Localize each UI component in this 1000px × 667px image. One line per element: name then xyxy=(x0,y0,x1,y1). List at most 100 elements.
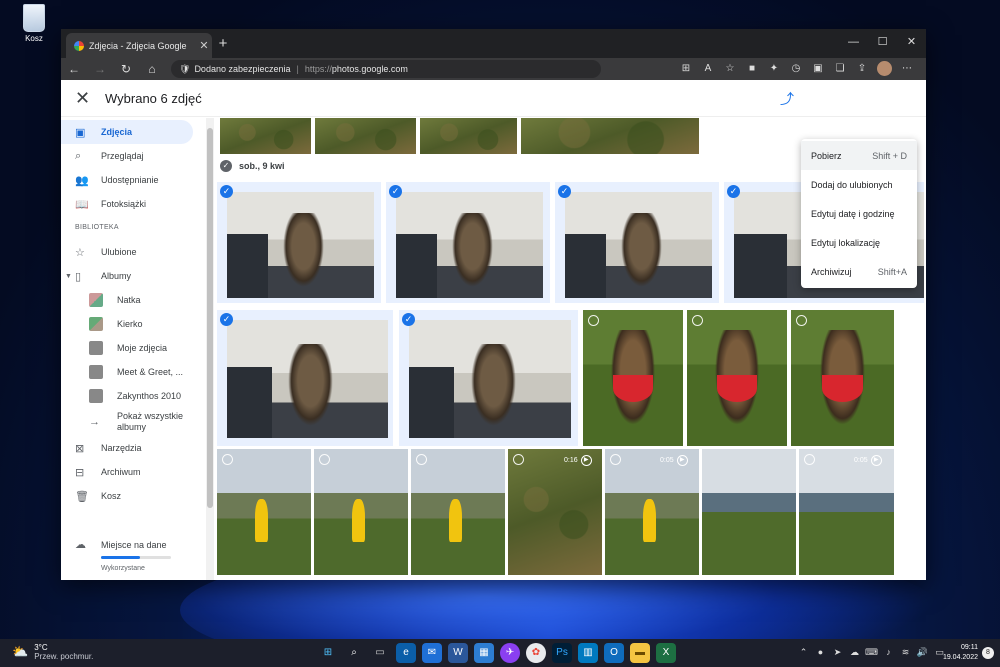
chrome-tray-icon[interactable]: ● xyxy=(812,647,829,658)
album-item-meet-greet[interactable]: Meet & Greet, ... xyxy=(61,360,206,384)
settings-more-icon[interactable]: ⋯ xyxy=(896,60,918,78)
search-icon[interactable]: ⌕ xyxy=(344,643,364,663)
messenger-icon[interactable]: ✈ xyxy=(500,643,520,663)
photo-thumbnail[interactable] xyxy=(583,310,683,446)
telegram-icon[interactable]: ➤ xyxy=(829,647,846,658)
photo-thumbnail-selected[interactable] xyxy=(565,192,712,298)
home-button[interactable]: ⌂ xyxy=(139,62,165,76)
new-tab-button[interactable]: + xyxy=(214,35,232,52)
menu-item-edit-location[interactable]: Edytuj lokalizację xyxy=(801,228,917,257)
select-circle-icon[interactable] xyxy=(796,315,807,326)
excel-icon[interactable]: X xyxy=(656,643,676,663)
storage-section[interactable]: ☁ Miejsce na dane Wykorzystane xyxy=(75,538,171,572)
menu-item-download[interactable]: Pobierz Shift + D xyxy=(801,141,917,170)
photo-thumbnail[interactable] xyxy=(220,118,311,154)
photo-thumbnail-selected[interactable] xyxy=(396,192,543,298)
date-group-header[interactable]: ✓ sob., 9 kwi xyxy=(220,160,285,172)
share-page-icon[interactable]: ⇪ xyxy=(851,60,873,78)
photo-thumbnail[interactable] xyxy=(702,449,796,575)
selected-check-icon[interactable]: ✓ xyxy=(558,185,571,198)
explorer-icon[interactable]: ▬ xyxy=(630,643,650,663)
start-icon[interactable]: ⊞ xyxy=(318,643,338,663)
sidebar-item-photobooks[interactable]: 📖 Fotoksiążki xyxy=(61,192,206,216)
close-selection-icon[interactable]: ✕ xyxy=(75,88,105,109)
album-item-zakynthos[interactable]: Zakynthos 2010 xyxy=(61,384,206,408)
select-circle-icon[interactable] xyxy=(588,315,599,326)
extensions-icon[interactable]: ✦ xyxy=(763,60,785,78)
photos-icon[interactable]: ✿ xyxy=(526,643,546,663)
minimize-button[interactable]: — xyxy=(839,29,868,58)
video-thumbnail[interactable] xyxy=(508,449,602,575)
tab-close-icon[interactable]: ✕ xyxy=(196,39,212,52)
notification-badge[interactable]: 8 xyxy=(982,647,994,659)
wifi-icon[interactable]: ≋ xyxy=(897,647,914,658)
photo-thumbnail-selected[interactable] xyxy=(409,320,571,438)
clock[interactable]: 09:11 19.04.2022 xyxy=(943,643,978,663)
menu-item-archive[interactable]: Archiwizuj Shift+A xyxy=(801,257,917,286)
photo-thumbnail[interactable] xyxy=(315,118,416,154)
photo-thumbnail[interactable] xyxy=(521,118,699,154)
photo-thumbnail[interactable] xyxy=(791,310,894,446)
browser-tab[interactable]: Zdjęcia - Zdjęcia Google ✕ xyxy=(66,33,212,58)
history-icon[interactable]: ◷ xyxy=(785,60,807,78)
refresh-button[interactable]: ↻ xyxy=(113,62,139,76)
collections-icon[interactable]: ❏ xyxy=(829,60,851,78)
sidebar-item-tools[interactable]: ⊠ Narzędzia xyxy=(61,436,206,460)
screenshot-icon[interactable]: ▣ xyxy=(807,60,829,78)
selected-check-icon[interactable]: ✓ xyxy=(402,313,415,326)
audio-icon[interactable]: ♪ xyxy=(880,647,897,658)
chevron-down-icon[interactable]: ▼ xyxy=(65,273,72,280)
read-aloud-icon[interactable]: A xyxy=(697,60,719,78)
menu-item-edit-date[interactable]: Edytuj datę i godzinę xyxy=(801,199,917,228)
edge-icon[interactable]: e xyxy=(396,643,416,663)
forward-button[interactable]: → xyxy=(87,62,113,76)
select-circle-icon[interactable] xyxy=(610,454,621,465)
chevron-up-icon[interactable]: ⌃ xyxy=(795,647,812,658)
selected-check-icon[interactable]: ✓ xyxy=(389,185,402,198)
speaker-icon[interactable]: 🔊 xyxy=(914,647,931,658)
photo-thumbnail[interactable] xyxy=(217,449,311,575)
video-thumbnail[interactable] xyxy=(605,449,699,575)
group-check-icon[interactable]: ✓ xyxy=(220,160,232,172)
photo-thumbnail[interactable] xyxy=(411,449,505,575)
split-view-icon[interactable]: ⊞ xyxy=(675,60,697,78)
menu-item-add-favorite[interactable]: Dodaj do ulubionych xyxy=(801,170,917,199)
photo-thumbnail[interactable] xyxy=(420,118,517,154)
video-thumbnail[interactable] xyxy=(799,449,894,575)
sidebar-scrollbar[interactable] xyxy=(206,118,214,580)
outlook-icon[interactable]: O xyxy=(604,643,624,663)
photo-thumbnail[interactable] xyxy=(314,449,408,575)
url-field[interactable]: 🛡 Dodano zabezpieczenia | https:// photo… xyxy=(171,60,601,78)
photoshop-icon[interactable]: Ps xyxy=(552,643,572,663)
store-icon[interactable]: ▦ xyxy=(474,643,494,663)
sidebar-item-photos[interactable]: ▣ Zdjęcia xyxy=(61,120,193,144)
maximize-button[interactable]: ☐ xyxy=(868,29,897,58)
sidebar-item-trash[interactable]: 🗑 Kosz xyxy=(61,484,206,508)
profile-avatar[interactable] xyxy=(877,61,892,76)
show-all-albums[interactable]: → Pokaż wszystkie albumy xyxy=(61,408,206,436)
back-button[interactable]: ← xyxy=(61,62,87,76)
sidebar-item-albums[interactable]: ▼ ▯ Albumy xyxy=(61,264,206,288)
photo-thumbnail-selected[interactable] xyxy=(227,320,388,438)
photo-thumbnail[interactable] xyxy=(687,310,787,446)
select-circle-icon[interactable] xyxy=(513,454,524,465)
close-window-button[interactable]: ✕ xyxy=(897,29,926,58)
select-circle-icon[interactable] xyxy=(804,454,815,465)
onedrive-icon[interactable]: ☁ xyxy=(846,647,863,658)
sidebar-item-sharing[interactable]: 👥 Udostępnianie xyxy=(61,168,206,192)
weather-widget[interactable]: ⛅ 3°C Przew. pochmur. xyxy=(12,643,93,661)
album-item-kierko[interactable]: Kierko xyxy=(61,312,206,336)
add-favorite-icon[interactable]: ☆ xyxy=(719,60,741,78)
word-icon[interactable]: W xyxy=(448,643,468,663)
select-circle-icon[interactable] xyxy=(319,454,330,465)
recycle-bin[interactable]: Kosz xyxy=(14,4,54,43)
sidebar-item-browse[interactable]: ⌕ Przeglądaj xyxy=(61,144,206,168)
selected-check-icon[interactable]: ✓ xyxy=(220,313,233,326)
selected-check-icon[interactable]: ✓ xyxy=(220,185,233,198)
selected-check-icon[interactable]: ✓ xyxy=(727,185,740,198)
extension-icon[interactable]: ■ xyxy=(741,60,763,78)
share-icon[interactable]: ⤴ xyxy=(780,89,794,109)
sidebar-item-favorites[interactable]: ☆ Ulubione xyxy=(61,240,206,264)
select-circle-icon[interactable] xyxy=(692,315,703,326)
select-circle-icon[interactable] xyxy=(416,454,427,465)
